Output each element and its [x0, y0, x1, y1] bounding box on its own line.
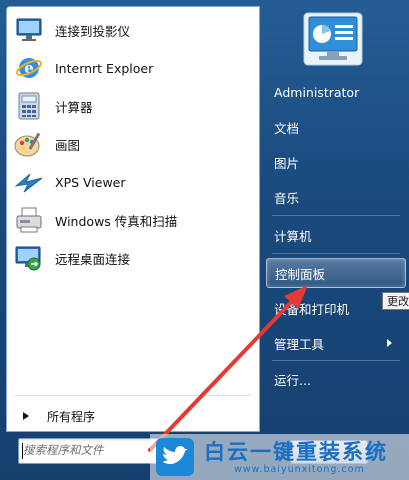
menu-item-pictures[interactable]: 图片: [266, 148, 404, 176]
fax-scan-icon: [13, 204, 45, 236]
calculator-icon: [13, 90, 45, 122]
menu-item-admin-tools[interactable]: 管理工具: [266, 329, 404, 357]
text-cursor: [22, 443, 23, 459]
menu-item-label: Administrator: [274, 84, 360, 100]
programs-divider: [15, 395, 251, 396]
menu-item-label: 运行...: [274, 372, 311, 388]
tooltip: 更改: [382, 292, 409, 310]
menu-item-music[interactable]: 音乐: [266, 183, 404, 211]
menu-item-computer[interactable]: 计算机: [266, 221, 404, 249]
internet-explorer-icon: e: [13, 52, 45, 84]
program-item-paint[interactable]: 画图: [11, 127, 255, 161]
menu-item-run[interactable]: 运行...: [266, 365, 404, 393]
menu-item-documents[interactable]: 文档: [266, 113, 404, 141]
menu-item-user[interactable]: Administrator: [266, 78, 404, 106]
menu-item-label: 设备和打印机: [274, 301, 350, 317]
watermark-url: www.baiyunxitong.com: [234, 464, 365, 475]
menu-item-label: 图片: [274, 155, 300, 171]
submenu-arrow-icon: [387, 339, 392, 347]
program-label: Windows 传真和扫描: [55, 213, 178, 229]
program-item-projector[interactable]: 连接到投影仪: [11, 13, 255, 47]
all-programs-button[interactable]: 所有程序: [11, 403, 255, 429]
remote-desktop-icon: [13, 242, 45, 274]
program-label: 画图: [55, 137, 81, 153]
program-item-remote-desktop[interactable]: 远程桌面连接: [11, 241, 255, 275]
program-item-fax-scan[interactable]: Windows 传真和扫描: [11, 203, 255, 237]
program-label: 远程桌面连接: [55, 251, 131, 267]
program-item-calculator[interactable]: 计算器: [11, 89, 255, 123]
start-menu: 连接到投影仪 e Internrt Exploer 计算器 画图 XPS Vie…: [0, 0, 409, 480]
projector-monitor-icon: [13, 14, 45, 46]
programs-pane: 连接到投影仪 e Internrt Exploer 计算器 画图 XPS Vie…: [6, 6, 260, 432]
menu-item-label: 管理工具: [274, 336, 325, 352]
watermark-title: 白云一键重装系统: [204, 440, 388, 464]
right-divider: [272, 253, 400, 254]
program-label: 计算器: [55, 99, 93, 115]
program-item-internet-explorer[interactable]: e Internrt Exploer: [11, 51, 255, 85]
menu-item-label: 控制面板: [275, 266, 326, 282]
all-programs-label: 所有程序: [47, 409, 96, 424]
paint-palette-icon: [13, 128, 45, 160]
right-divider: [272, 360, 400, 361]
user-picture[interactable]: [303, 12, 363, 66]
program-label: XPS Viewer: [55, 174, 126, 190]
menu-item-control-panel[interactable]: 控制面板: [266, 258, 406, 288]
watermark: 白云一键重装系统 www.baiyunxitong.com: [150, 434, 409, 480]
right-divider: [272, 215, 400, 216]
bird-logo-icon: [156, 438, 194, 476]
program-label: Internrt Exploer: [55, 60, 154, 76]
menu-item-label: 音乐: [274, 190, 300, 206]
program-item-xps-viewer[interactable]: XPS Viewer: [11, 165, 255, 199]
program-label: 连接到投影仪: [55, 23, 131, 39]
menu-item-label: 计算机: [274, 228, 312, 244]
menu-item-label: 文档: [274, 120, 300, 136]
arrow-right-icon: [23, 412, 29, 420]
xps-viewer-icon: [13, 166, 45, 198]
